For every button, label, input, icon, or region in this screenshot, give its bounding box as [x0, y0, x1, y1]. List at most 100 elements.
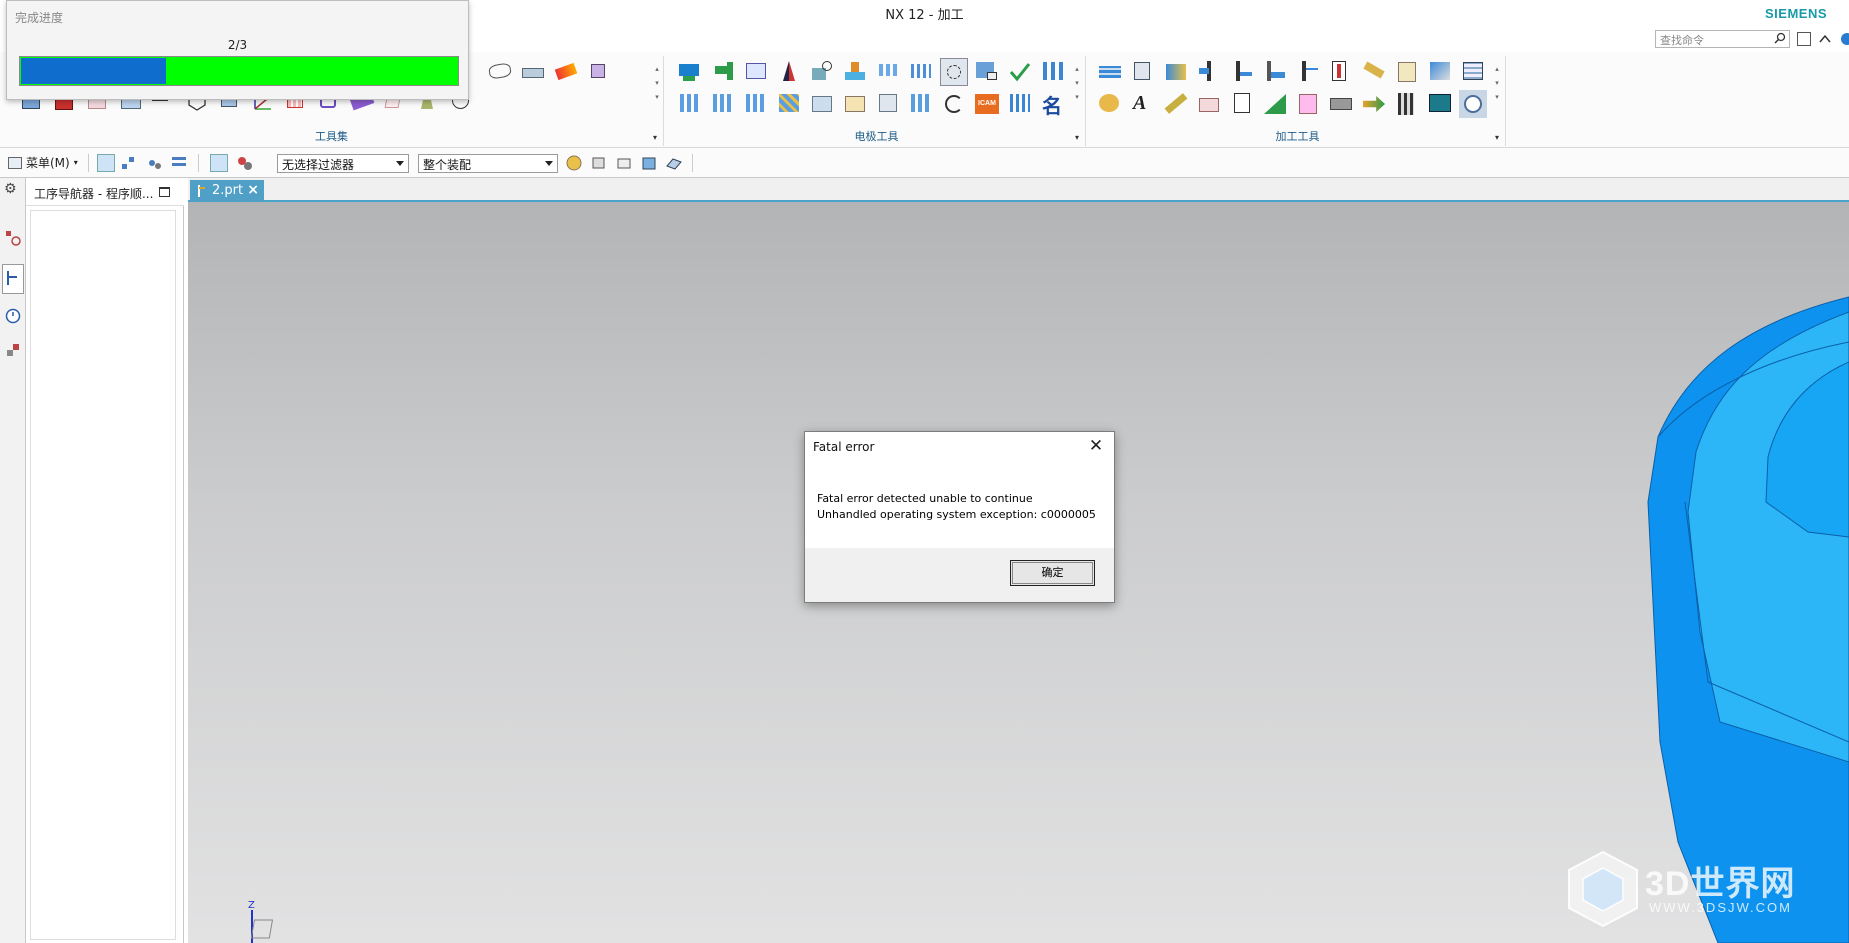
electrode-wand-icon[interactable] [775, 90, 803, 118]
text-a-icon[interactable]: A [1129, 90, 1157, 118]
select-feature-icon[interactable] [146, 154, 164, 172]
sheet-filter-icon[interactable] [665, 154, 683, 172]
progress-fill [21, 58, 166, 84]
watermark: 3D世界网 WWW.3DSJW.COM [1565, 848, 1835, 928]
multi-electrode-icon[interactable] [907, 58, 935, 86]
maximize-icon[interactable] [159, 187, 170, 197]
close-icon[interactable]: ✕ [1086, 436, 1106, 456]
part-filter-icon[interactable] [590, 154, 608, 172]
drill-icon[interactable] [1195, 58, 1223, 86]
electrode-spark-icon[interactable] [709, 90, 737, 118]
machining-row-2: A [1096, 90, 1492, 118]
chevron-down-icon [396, 161, 404, 166]
group-dropdown-icon[interactable]: ▾ [1495, 133, 1499, 142]
layers-icon[interactable] [1096, 58, 1124, 86]
tool-path-icon[interactable] [1294, 58, 1322, 86]
close-tab-icon[interactable]: × [247, 182, 259, 198]
search-icon[interactable] [1774, 32, 1786, 44]
tool-library-icon[interactable] [1129, 58, 1157, 86]
eraser-icon[interactable] [552, 58, 580, 86]
document-icon[interactable] [1228, 90, 1256, 118]
cutter-icon[interactable] [1162, 58, 1190, 86]
group-dropdown-icon[interactable]: ▾ [1075, 133, 1079, 142]
electrode-name-icon[interactable] [973, 58, 1001, 86]
toolset-scroll-arrows[interactable]: ▴ ▾ ▾ [652, 62, 662, 104]
electrode-magic-icon[interactable] [907, 90, 935, 118]
report-icon[interactable] [874, 90, 902, 118]
step-drill-icon[interactable] [1228, 58, 1256, 86]
palette-icon[interactable] [1096, 90, 1124, 118]
ok-button[interactable]: 确定 [1010, 560, 1095, 586]
assembly-scope-select[interactable]: 整个装配 [418, 154, 558, 173]
check-icon[interactable] [1006, 58, 1034, 86]
program-order-view-icon[interactable] [2, 264, 24, 294]
select-list-icon[interactable] [170, 154, 188, 172]
electrode-scroll-arrows[interactable]: ▴ ▾ ▾ [1072, 62, 1082, 104]
snap-icon[interactable] [565, 154, 583, 172]
measure-icon[interactable] [1360, 58, 1388, 86]
electrode-sheet-icon[interactable] [808, 90, 836, 118]
contour-icon[interactable] [486, 58, 514, 86]
electrode-a-icon[interactable] [742, 90, 770, 118]
table-icon[interactable] [1459, 58, 1487, 86]
electrode-head-icon[interactable] [709, 58, 737, 86]
spindle-icon[interactable] [1327, 58, 1355, 86]
watermark-text: 3D世界网 [1645, 865, 1796, 903]
holder-icon[interactable] [1393, 90, 1421, 118]
navigator-tree[interactable] [30, 210, 176, 940]
command-search-input[interactable]: 查找命令 [1655, 30, 1790, 48]
group-dropdown-icon[interactable]: ▾ [653, 133, 657, 142]
icam-icon[interactable]: ICAM [973, 90, 1001, 118]
resource-bar [0, 178, 26, 943]
print-icon[interactable] [1327, 90, 1355, 118]
operation-navigator-icon[interactable] [5, 230, 21, 246]
progress-count: 2/3 [227, 38, 248, 52]
watermark-url: WWW.3DSJW.COM [1649, 900, 1792, 915]
window-layout-icon[interactable] [1797, 32, 1811, 46]
machining-view-icon[interactable] [210, 154, 228, 172]
pipe-icon[interactable] [1261, 58, 1289, 86]
scroll-icon[interactable] [1393, 58, 1421, 86]
info-cube-icon[interactable] [585, 58, 613, 86]
solid-filter-icon[interactable] [640, 154, 658, 172]
book-icon[interactable] [742, 58, 770, 86]
help-icon[interactable] [1840, 32, 1849, 46]
pencil-icon[interactable] [1162, 90, 1190, 118]
machining-scroll-arrows[interactable]: ▴ ▾ ▾ [1492, 62, 1502, 104]
machine-navigator-icon[interactable] [5, 342, 21, 358]
select-group-icon[interactable] [120, 154, 138, 172]
progress-dialog: 完成进度 2/3 [6, 0, 469, 100]
gear-icon[interactable]: ⚙ [4, 182, 18, 196]
spark-icon[interactable] [940, 58, 968, 86]
menu-button[interactable]: 菜单(M) ▾ [8, 154, 78, 171]
swap-icon[interactable] [1360, 90, 1388, 118]
navigator-header: 工序导航器 - 程序顺... [26, 178, 184, 206]
simulate-icon[interactable] [1426, 58, 1454, 86]
electrode-tips-icon[interactable] [874, 58, 902, 86]
body-filter-icon[interactable] [615, 154, 633, 172]
check-surface-icon[interactable] [808, 58, 836, 86]
calculator-icon[interactable] [1426, 90, 1454, 118]
selection-filter-select[interactable]: 无选择过滤器 [277, 154, 409, 173]
clock-icon[interactable] [1459, 90, 1487, 118]
collapse-ribbon-icon[interactable] [1818, 32, 1832, 46]
history-icon[interactable] [5, 308, 21, 324]
tool-view-icon[interactable] [236, 154, 254, 172]
electrode-cap-icon[interactable] [676, 58, 704, 86]
fixture-icon[interactable] [841, 58, 869, 86]
surface-icon[interactable] [519, 58, 547, 86]
rename-icon[interactable]: 名 [1039, 90, 1067, 118]
box-plane-icon[interactable] [1195, 90, 1223, 118]
tab-file[interactable]: 2.prt × [190, 180, 264, 202]
rotate-icon[interactable] [940, 90, 968, 118]
select-by-type-icon[interactable] [97, 154, 115, 172]
svg-text:Z: Z [248, 900, 255, 911]
electrode-hierarchy-icon[interactable] [1039, 58, 1067, 86]
electrode-pair-icon[interactable] [1006, 90, 1034, 118]
electrode-gear-icon[interactable] [676, 90, 704, 118]
slope-icon[interactable] [1261, 90, 1289, 118]
split-icon[interactable] [775, 58, 803, 86]
siemens-logo: SIEMENS [1764, 6, 1827, 21]
sheet-red-icon[interactable] [1294, 90, 1322, 118]
electrode-block-icon[interactable] [841, 90, 869, 118]
